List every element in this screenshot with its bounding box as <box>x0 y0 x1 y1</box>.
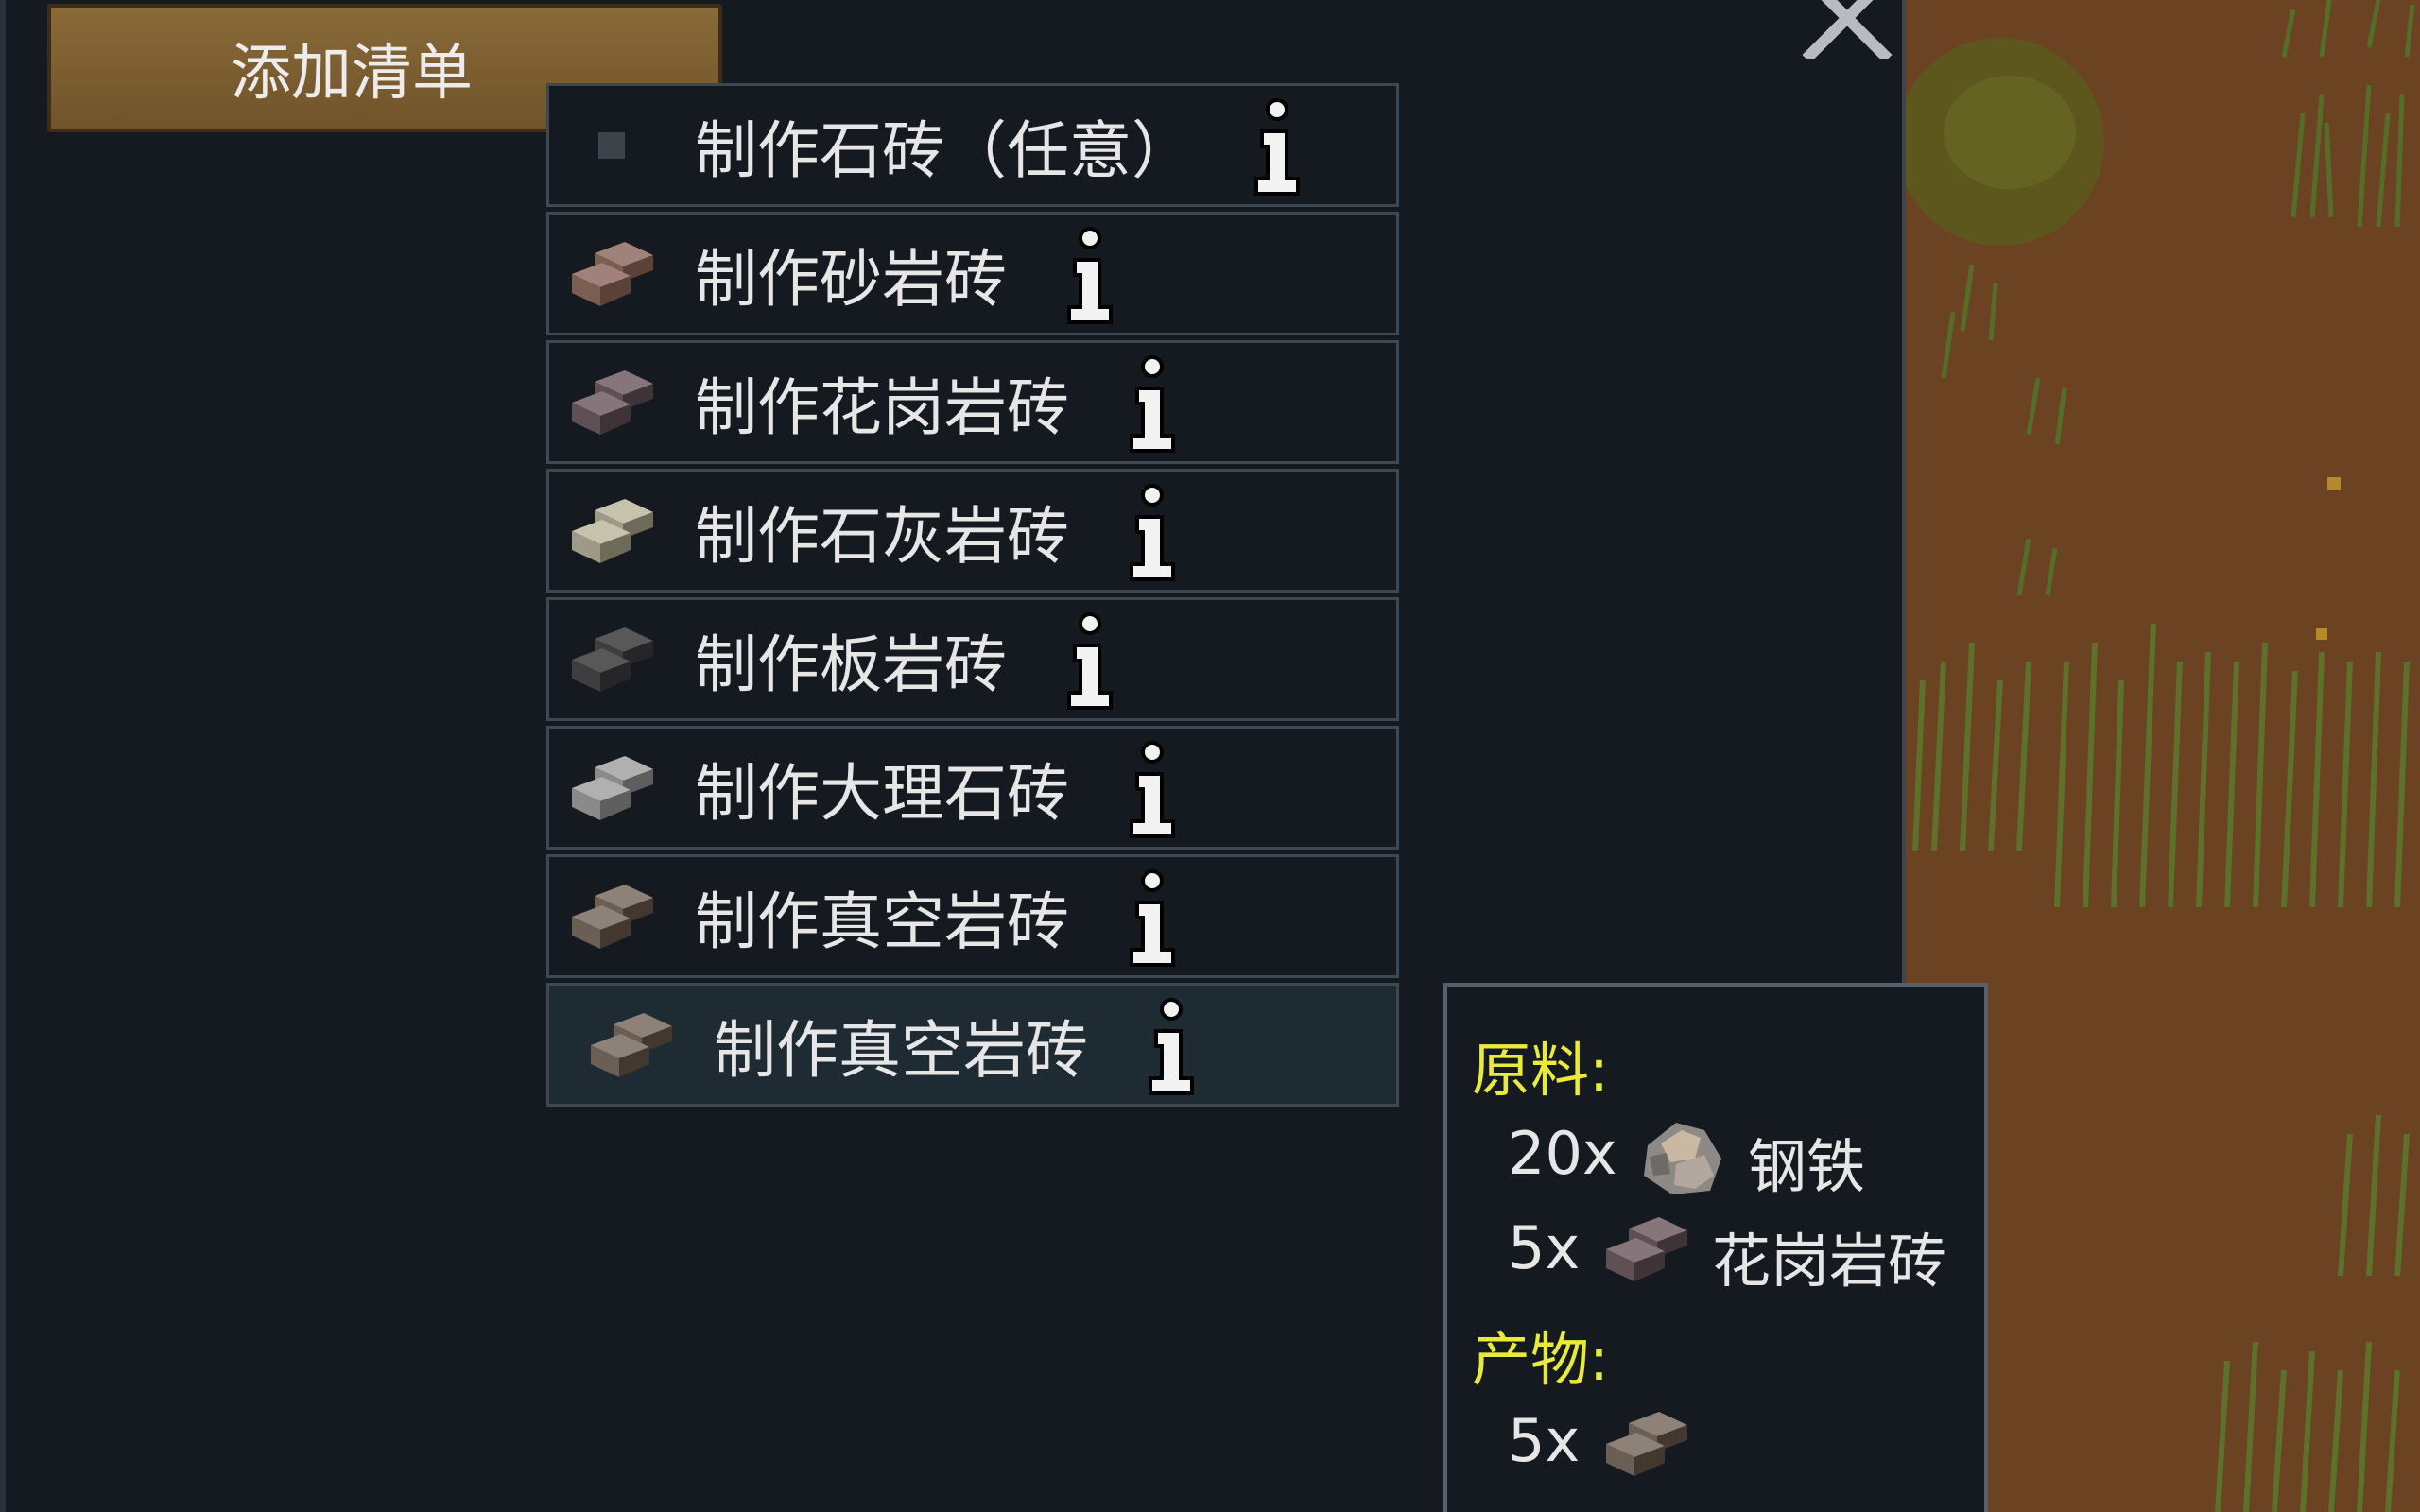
product-qty: 5x <box>1508 1406 1581 1475</box>
info-icon[interactable] <box>1124 740 1181 840</box>
brick-icon <box>572 884 653 949</box>
menu-item-make-stone-blocks-any[interactable]: 制作石砖（任意） <box>546 83 1399 207</box>
info-icon[interactable] <box>1062 611 1118 712</box>
menu-item-label: 制作真空岩砖 <box>714 1013 1088 1087</box>
menu-item-make-sandstone-blocks[interactable]: 制作砂岩砖 <box>546 212 1399 335</box>
info-icon[interactable] <box>1124 354 1181 455</box>
brick-icon <box>572 241 653 306</box>
ingredient-name: 钢铁 <box>1748 1132 1866 1201</box>
menu-item-label: 制作真空岩砖 <box>695 885 1069 958</box>
menu-item-make-slate-blocks[interactable]: 制作板岩砖 <box>546 597 1399 721</box>
close-icon <box>1802 0 1893 63</box>
info-icon[interactable] <box>1143 997 1200 1097</box>
menu-item-label: 制作板岩砖 <box>695 627 1007 701</box>
info-icon[interactable] <box>1124 483 1181 583</box>
brick-icon <box>572 755 653 820</box>
menu-item-label: 制作砂岩砖 <box>695 242 1007 316</box>
menu-item-label: 制作石砖（任意） <box>695 113 1194 187</box>
info-icon[interactable] <box>1124 868 1181 969</box>
brick-icon <box>572 498 653 563</box>
close-button[interactable] <box>1801 0 1895 63</box>
ingredients-header: 原料: <box>1472 1036 1609 1105</box>
brick-icon <box>572 369 653 435</box>
info-icon[interactable] <box>1062 226 1118 326</box>
menu-item-make-vacstone-blocks[interactable]: 制作真空岩砖 <box>546 854 1399 978</box>
menu-item-make-granite-blocks[interactable]: 制作花岗岩砖 <box>546 340 1399 464</box>
menu-item-make-marble-blocks[interactable]: 制作大理石砖 <box>546 726 1399 850</box>
ingredient-qty: 5x <box>1508 1213 1581 1282</box>
recipe-dropdown-menu: 制作石砖（任意） 制作砂岩砖 制作花岗岩砖 制作石灰岩砖 制作板岩砖 制作大理石… <box>546 83 1399 1111</box>
add-bill-label: 添加清单 <box>231 39 473 109</box>
menu-item-label: 制作石灰岩砖 <box>695 499 1069 573</box>
info-icon[interactable] <box>1249 97 1305 198</box>
brick-icon <box>572 627 653 692</box>
brick-icon <box>1606 1412 1687 1476</box>
menu-item-label: 制作大理石砖 <box>695 756 1069 830</box>
brick-icon <box>591 1012 672 1077</box>
menu-item-make-limestone-blocks[interactable]: 制作石灰岩砖 <box>546 469 1399 593</box>
steel-icon <box>1644 1123 1721 1194</box>
small-square-icon <box>598 131 625 159</box>
menu-item-make-vacstone-blocks-hovered[interactable]: 制作真空岩砖 <box>546 983 1399 1107</box>
ingredient-name: 花岗岩砖 <box>1712 1227 1947 1296</box>
ingredient-qty: 20x <box>1508 1119 1617 1188</box>
recipe-tooltip: 原料: 20x 钢铁 5x 花岗岩砖 产物: 5x <box>1443 983 1988 1512</box>
products-header: 产物: <box>1472 1325 1609 1394</box>
brick-icon <box>1606 1217 1687 1281</box>
menu-item-label: 制作花岗岩砖 <box>695 370 1069 444</box>
